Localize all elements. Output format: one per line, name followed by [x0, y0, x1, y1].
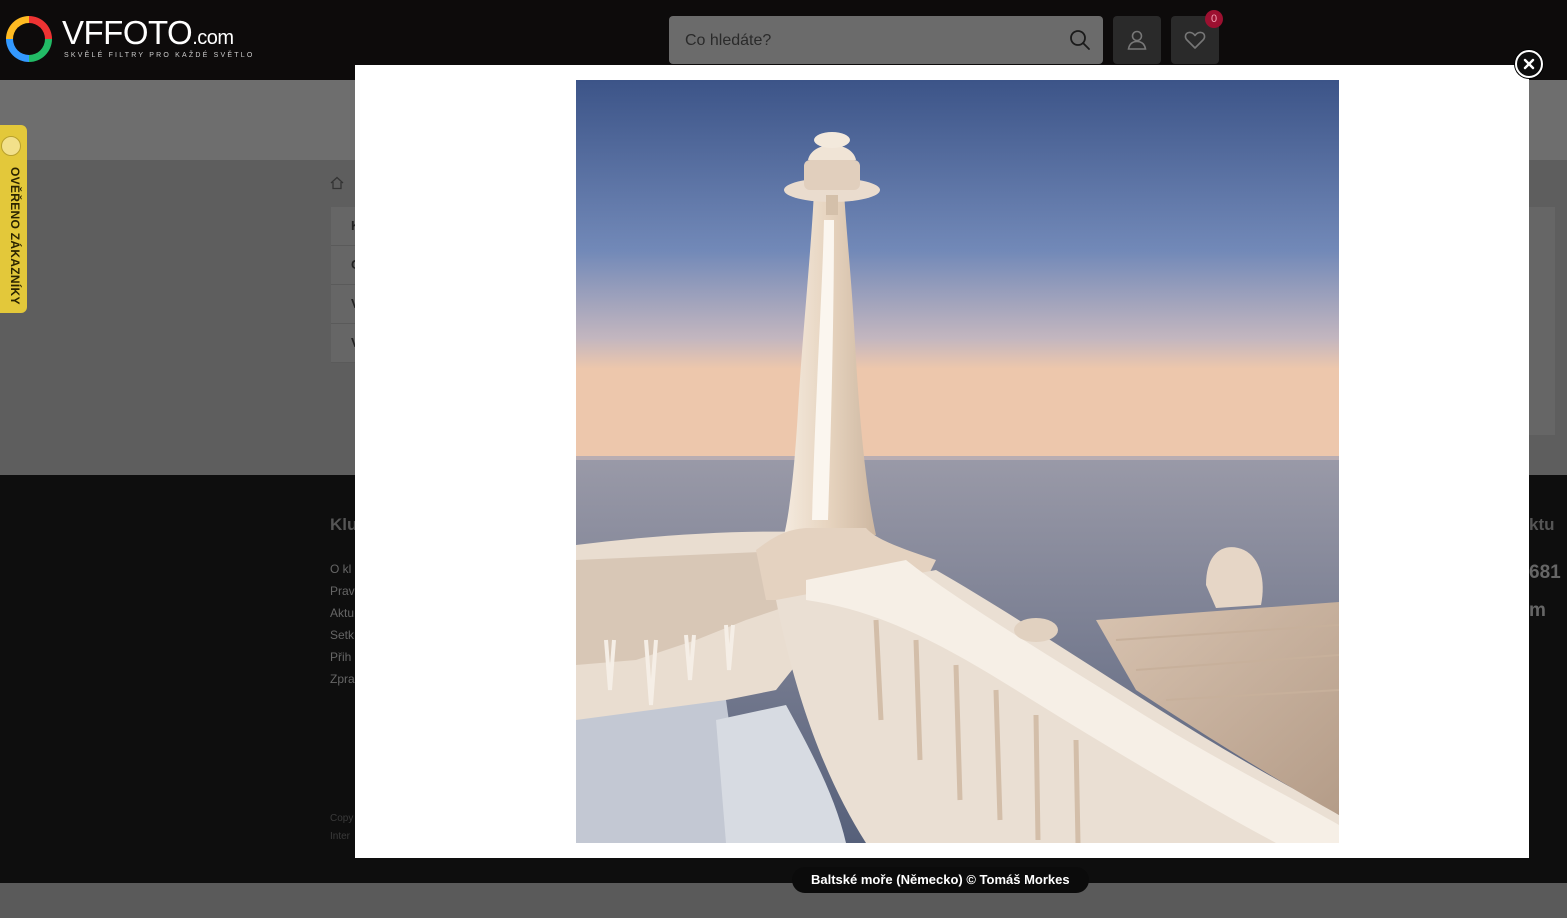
footer-link[interactable]: Aktu [330, 602, 355, 624]
search-icon[interactable] [1069, 29, 1091, 51]
footer-link[interactable]: Zpra [330, 668, 355, 690]
footer-email[interactable]: m [1529, 600, 1567, 622]
logo-tagline: SKVĚLÉ FILTRY PRO KAŽDÉ SVĚTLO [64, 52, 255, 59]
footer-contact-title: ktu [1529, 515, 1555, 534]
logo-brand: VFFOTO [62, 14, 193, 51]
sidebar-item[interactable]: V [331, 285, 357, 324]
site-logo[interactable]: VFFOTO.com SKVĚLÉ FILTRY PRO KAŽDÉ SVĚTL… [6, 14, 252, 66]
verified-customers-badge[interactable]: OVĚŘENO ZÁKAZNÍKY [0, 125, 27, 313]
footer-links: O kl Prav Aktu Setk Přih Zpra [330, 558, 355, 690]
sidebar-item[interactable]: V [331, 324, 357, 363]
close-lightbox-button[interactable] [1515, 50, 1543, 78]
footer-copyright: Copy Inter [330, 813, 354, 842]
page-bottom [0, 883, 1567, 918]
search-input[interactable] [683, 16, 1057, 66]
verified-seal-icon [1, 136, 21, 156]
image-lightbox [355, 65, 1529, 858]
close-icon [1523, 58, 1535, 70]
footer-phone[interactable]: 681 [1529, 562, 1567, 584]
home-icon[interactable] [330, 176, 344, 190]
account-button[interactable] [1113, 16, 1161, 64]
footer-link[interactable]: O kl [330, 558, 355, 580]
footer-link[interactable]: Setk [330, 624, 355, 646]
right-panel [1529, 207, 1555, 435]
footer-link[interactable]: Prav [330, 580, 355, 602]
lightbox-caption: Baltské moře (Německo) © Tomáš Morkes [792, 867, 1089, 893]
lightbox-photo [576, 80, 1339, 843]
sidebar-item[interactable]: K [331, 207, 357, 246]
heart-icon [1184, 31, 1206, 49]
logo-mark-icon [6, 16, 52, 62]
logo-domain: .com [192, 27, 234, 49]
footer-link[interactable]: Přih [330, 646, 355, 668]
user-icon [1127, 30, 1147, 50]
category-sidebar: K C V V [331, 207, 357, 363]
footer-column-title: Klu [330, 515, 355, 534]
sidebar-item[interactable]: C [331, 246, 357, 285]
verified-label: OVĚŘENO ZÁKAZNÍKY [8, 167, 22, 305]
wishlist-button[interactable]: 0 [1171, 10, 1223, 64]
wishlist-count-badge: 0 [1205, 10, 1223, 28]
search-box [669, 16, 1103, 66]
